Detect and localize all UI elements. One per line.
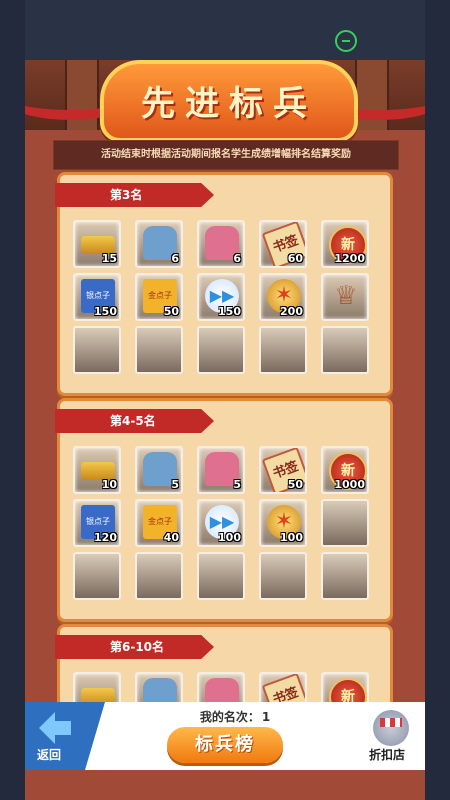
reward-quantity: 150: [218, 305, 241, 318]
subtitle-text: 活动结束时根据活动期间报名学生成绩增幅排名结算奖励: [101, 149, 351, 160]
page-title: 先进标兵: [141, 84, 317, 124]
reward-slot[interactable]: ♕: [321, 273, 369, 321]
reward-quantity: 100: [218, 531, 241, 544]
trophy-icon: ♕: [334, 281, 358, 311]
reward-quantity: 5: [171, 478, 179, 491]
empty-slot: [135, 552, 183, 600]
reward-list[interactable]: 第3名 15 6 6 书签 60 新 1200 银点子 150 金点子 50 ▶▶ 150 ✶ 200 ♕ 第4-…: [55, 172, 395, 762]
rank-label: 第4-5名: [110, 414, 156, 428]
reward-quantity: 5: [233, 478, 241, 491]
reward-quantity: 100: [280, 531, 303, 544]
my-rank: 我的名次： 1: [175, 708, 295, 725]
empty-slot: [321, 499, 369, 547]
my-rank-value: 1: [261, 710, 271, 724]
reward-quantity: 1000: [334, 478, 365, 491]
reward-quantity: 60: [287, 252, 303, 265]
reward-slot[interactable]: 6: [135, 220, 183, 268]
reward-slot[interactable]: 书签 50: [259, 446, 307, 494]
subtitle-bar: 活动结束时根据活动期间报名学生成绩增幅排名结算奖励: [53, 140, 399, 170]
reward-slot[interactable]: ▶▶ 100: [197, 499, 245, 547]
rank-ribbon: 第4-5名: [55, 409, 214, 433]
reward-slot[interactable]: 新 1200: [321, 220, 369, 268]
reward-slot[interactable]: 5: [197, 446, 245, 494]
title-banner: 先进标兵: [100, 60, 358, 142]
reward-slot[interactable]: 5: [135, 446, 183, 494]
reward-tier-card: 第3名 15 6 6 书签 60 新 1200 银点子 150 金点子 50 ▶▶ 150 ✶ 200 ♕: [55, 172, 393, 396]
back-label: 返回: [37, 748, 62, 762]
reward-quantity: 6: [233, 252, 241, 265]
discount-shop-button[interactable]: 折扣店: [365, 710, 421, 766]
leaderboard-label: 标兵榜: [195, 734, 255, 755]
reward-quantity: 120: [94, 531, 117, 544]
reward-quantity: 150: [94, 305, 117, 318]
rank-ribbon: 第6-10名: [55, 635, 214, 659]
event-panel: 先进标兵 活动结束时根据活动期间报名学生成绩增幅排名结算奖励 第3名 15 6 6 书签…: [25, 60, 425, 800]
empty-slot: [259, 326, 307, 374]
right-border: [425, 0, 450, 800]
empty-slot: [73, 326, 121, 374]
leaderboard-button[interactable]: 标兵榜: [167, 727, 283, 763]
my-rank-label: 我的名次：: [199, 710, 260, 724]
shop-label: 折扣店: [369, 748, 406, 762]
reward-slot[interactable]: 10: [73, 446, 121, 494]
reward-slot[interactable]: 新 1000: [321, 446, 369, 494]
empty-slot: [73, 552, 121, 600]
reward-slot[interactable]: 银点子 150: [73, 273, 121, 321]
rank-label: 第6-10名: [110, 640, 165, 654]
reward-quantity: 10: [101, 478, 117, 491]
reward-quantity: 50: [163, 305, 179, 318]
reward-slot[interactable]: 银点子 120: [73, 499, 121, 547]
reward-quantity: 50: [287, 478, 303, 491]
empty-slot: [321, 552, 369, 600]
status-icon: [335, 30, 357, 52]
empty-slot: [197, 326, 245, 374]
rank-ribbon: 第3名: [55, 183, 214, 207]
top-bar: [25, 0, 425, 60]
reward-quantity: 40: [163, 531, 179, 544]
reward-slot[interactable]: ✶ 200: [259, 273, 307, 321]
reward-slot[interactable]: ✶ 100: [259, 499, 307, 547]
reward-slot[interactable]: 书签 60: [259, 220, 307, 268]
rank-label: 第3名: [110, 188, 143, 202]
empty-slot: [135, 326, 183, 374]
left-border: [0, 0, 25, 800]
back-button[interactable]: 返回: [25, 702, 105, 770]
reward-slot[interactable]: 6: [197, 220, 245, 268]
reward-slot[interactable]: ▶▶ 150: [197, 273, 245, 321]
empty-slot: [197, 552, 245, 600]
reward-slot[interactable]: 金点子 40: [135, 499, 183, 547]
reward-quantity: 1200: [334, 252, 365, 265]
empty-slot: [259, 552, 307, 600]
shop-icon: [373, 710, 409, 746]
reward-quantity: 15: [101, 252, 117, 265]
back-arrow-icon: [39, 712, 71, 744]
reward-slot[interactable]: 金点子 50: [135, 273, 183, 321]
reward-quantity: 6: [171, 252, 179, 265]
reward-slot[interactable]: 15: [73, 220, 121, 268]
bottom-bar: 返回 我的名次： 1 标兵榜 折扣店: [25, 702, 425, 770]
reward-tier-card: 第4-5名 10 5 5 书签 50 新 1000 银点子 120 金点子 40 ▶▶ 100 ✶ 100: [55, 398, 393, 622]
reward-quantity: 200: [280, 305, 303, 318]
empty-slot: [321, 326, 369, 374]
